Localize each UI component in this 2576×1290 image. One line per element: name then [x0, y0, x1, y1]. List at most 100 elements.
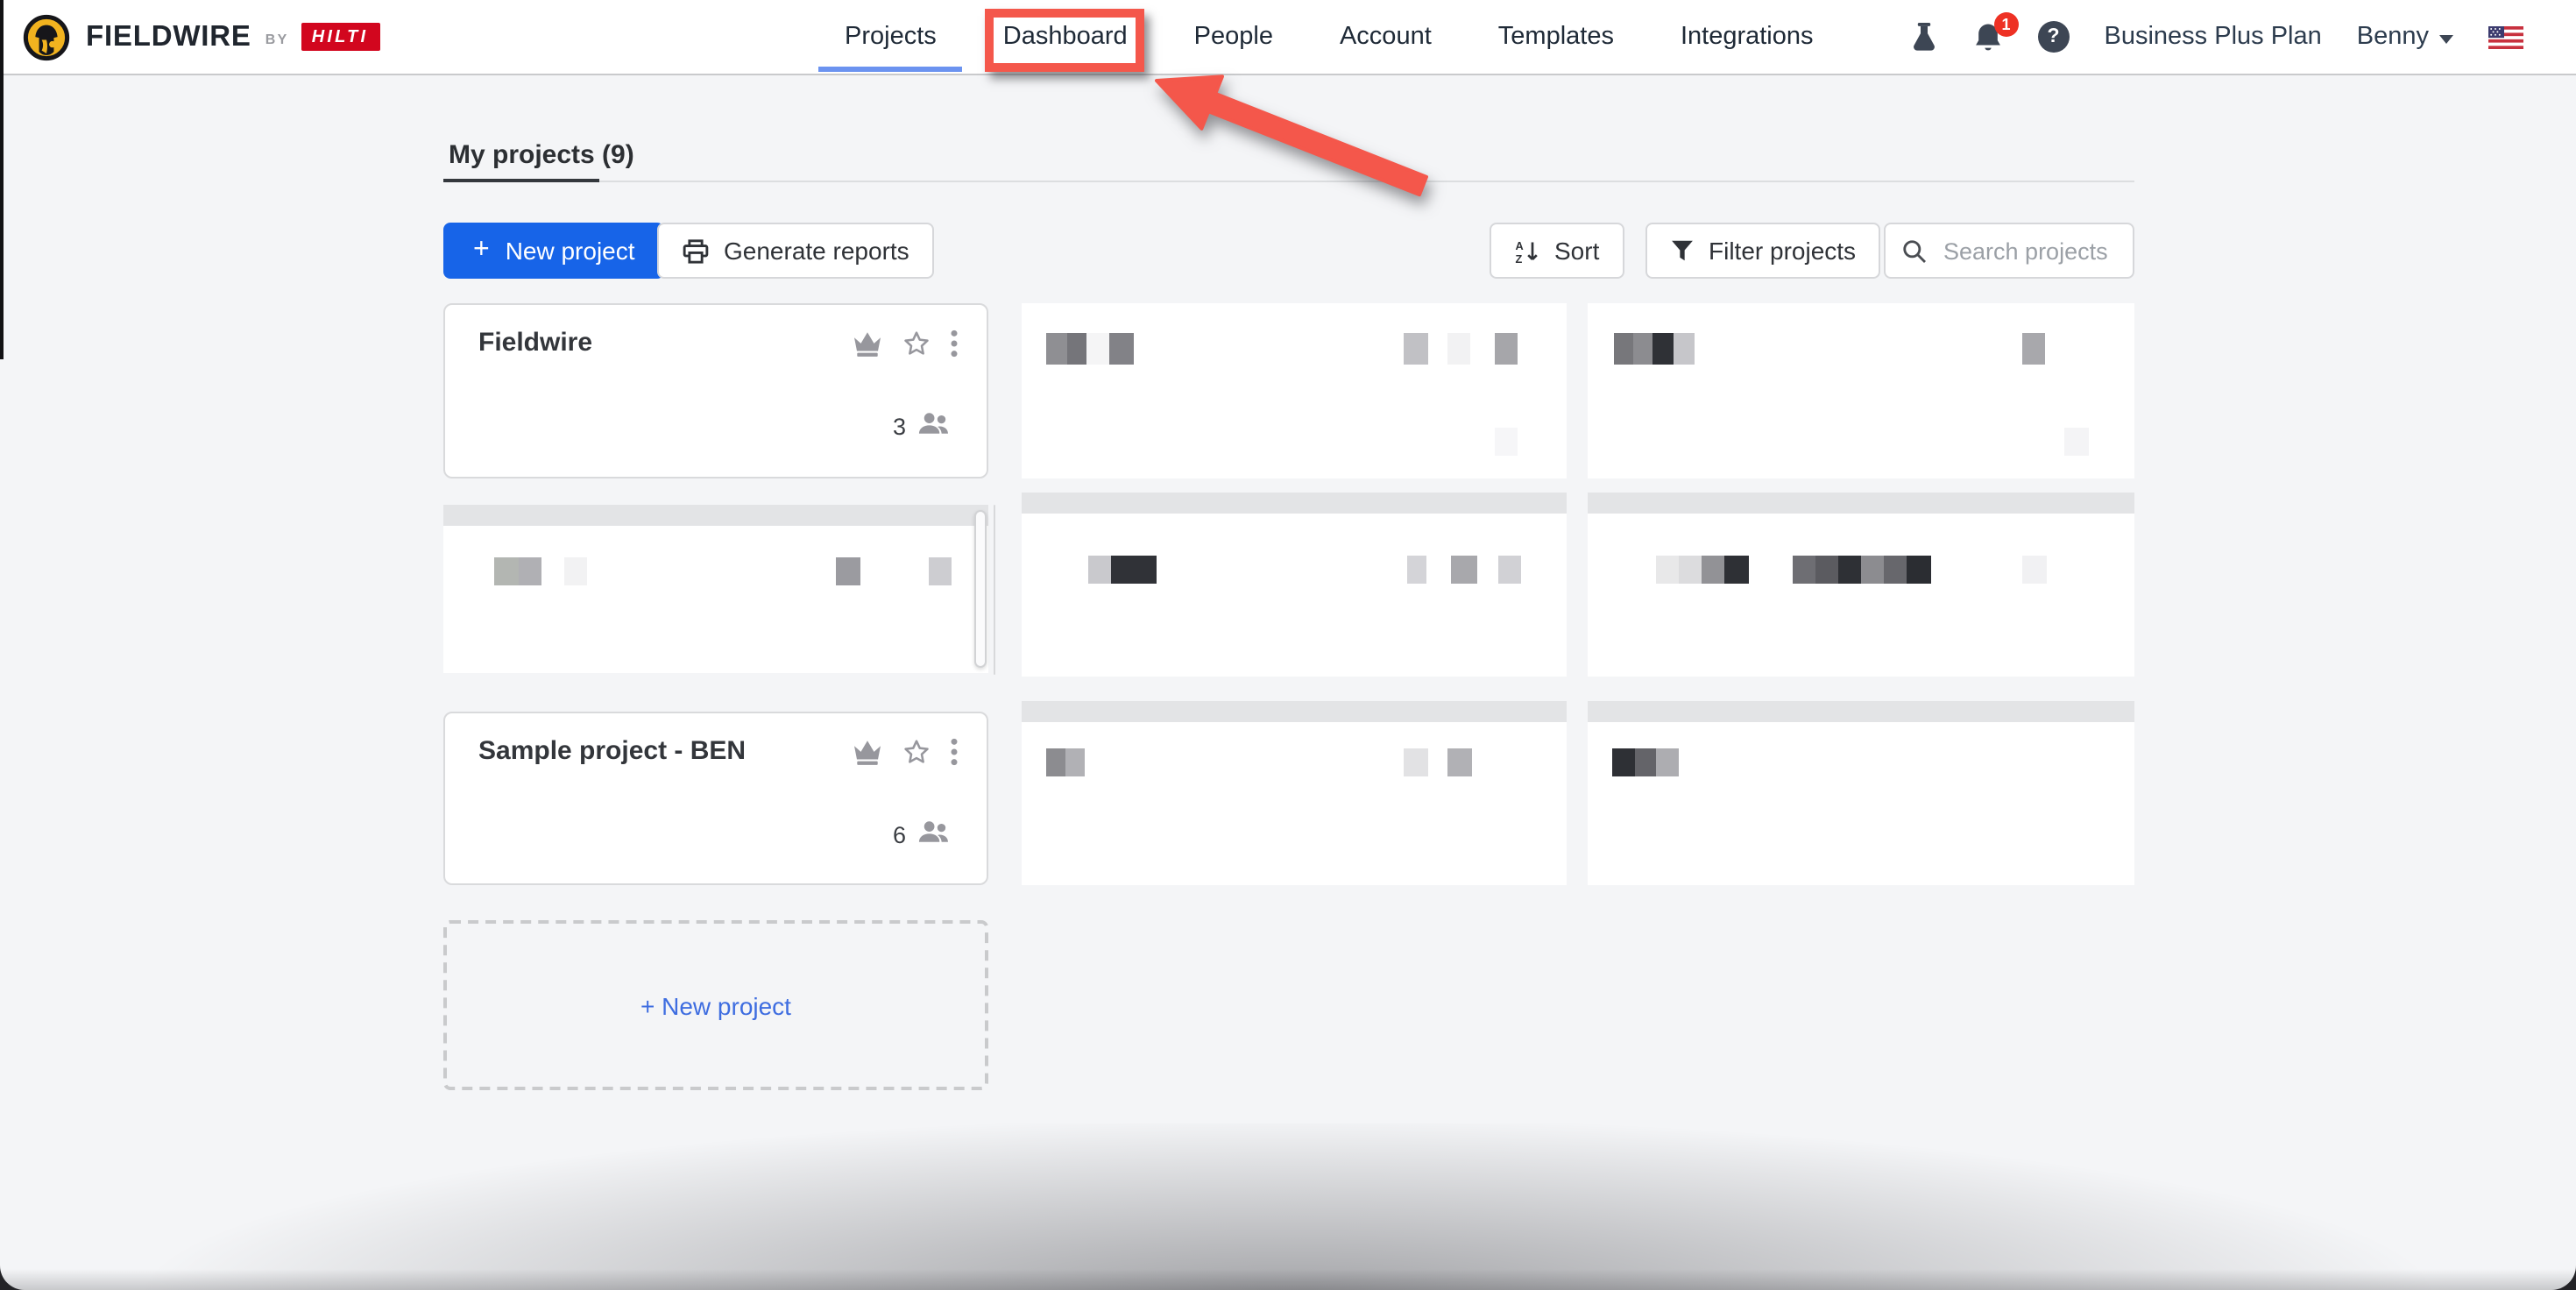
- project-card[interactable]: [1022, 701, 1567, 885]
- redacted-block: [1612, 748, 1635, 776]
- redacted-block: [1451, 556, 1477, 584]
- redacted-block: [1652, 333, 1674, 365]
- redacted-block: [1633, 333, 1652, 365]
- redacted-block: [494, 557, 519, 585]
- redacted-block: [929, 557, 952, 585]
- chevron-down-icon: [2439, 34, 2453, 43]
- redacted-block: [1407, 556, 1426, 584]
- member-count: 3: [893, 410, 950, 442]
- redacted-block: [1109, 333, 1134, 365]
- user-menu[interactable]: Benny: [2357, 23, 2453, 51]
- redacted-block: [1447, 748, 1472, 776]
- redacted-block: [1065, 748, 1085, 776]
- redacted-block: [1702, 556, 1724, 584]
- my-projects-tab-underline: [443, 178, 599, 182]
- redacted-block: [1793, 556, 1815, 584]
- new-project-card[interactable]: + New project: [443, 920, 988, 1090]
- redacted-block: [1111, 556, 1157, 584]
- redacted-block: [1635, 748, 1656, 776]
- redacted-block: [1447, 333, 1470, 365]
- redacted-block: [1067, 333, 1086, 365]
- redacted-block: [1838, 556, 1861, 584]
- notifications-bell-icon[interactable]: 1: [1973, 20, 2003, 53]
- star-icon[interactable]: [901, 328, 932, 368]
- redacted-block: [1046, 333, 1067, 365]
- redacted-block: [1046, 748, 1065, 776]
- crown-icon: [852, 330, 883, 366]
- redacted-block: [519, 557, 541, 585]
- project-card-actions: [852, 736, 959, 776]
- redacted-block: [1656, 556, 1679, 584]
- member-count-value: 6: [893, 821, 906, 847]
- navbar-right: 1 ? Business Plus Plan Benny: [1910, 0, 2524, 74]
- main-nav: Projects Dashboard People Account Templa…: [818, 0, 1840, 74]
- member-count: 6: [893, 819, 950, 850]
- redacted-block: [1495, 428, 1518, 456]
- redacted-block: [1724, 556, 1749, 584]
- card-header-bar: [1022, 701, 1567, 722]
- card-header-bar: [1588, 701, 2134, 722]
- hilti-logo: HILTI: [301, 24, 381, 51]
- project-card[interactable]: [1588, 701, 2134, 885]
- tab-people[interactable]: People: [1168, 0, 1299, 74]
- redacted-block: [1656, 748, 1679, 776]
- project-card[interactable]: [1022, 303, 1567, 478]
- redacted-block: [1404, 333, 1428, 365]
- redacted-block: [1498, 556, 1521, 584]
- language-flag-icon[interactable]: [2488, 25, 2523, 48]
- top-navbar: FIELDWIRE BY HILTI Projects Dashboard Pe…: [0, 0, 2576, 75]
- scrollbar-track: [993, 505, 995, 675]
- redacted-block: [564, 557, 587, 585]
- brand-by-label: BY: [265, 31, 289, 46]
- projects-grid: Fieldwire 3 Sample project - BEN 6 + New pro…: [0, 0, 2576, 1290]
- redacted-block: [1679, 556, 1702, 584]
- redacted-block: [2022, 333, 2045, 365]
- project-card[interactable]: Sample project - BEN 6: [443, 712, 988, 885]
- project-card[interactable]: Fieldwire 3: [443, 303, 988, 478]
- brand: FIELDWIRE BY HILTI: [23, 0, 380, 74]
- tab-dashboard[interactable]: Dashboard: [977, 0, 1154, 74]
- kebab-menu-icon[interactable]: [950, 328, 959, 368]
- brand-name: FIELDWIRE: [86, 20, 251, 53]
- redacted-block: [1907, 556, 1931, 584]
- project-title: Fieldwire: [478, 328, 592, 358]
- redacted-block: [2064, 428, 2089, 456]
- redacted-block: [1674, 333, 1695, 365]
- project-card[interactable]: [1022, 493, 1567, 677]
- member-count-value: 3: [893, 413, 906, 439]
- tab-integrations[interactable]: Integrations: [1654, 0, 1840, 74]
- project-card-actions: [852, 328, 959, 368]
- redacted-block: [1614, 333, 1633, 365]
- kebab-menu-icon[interactable]: [950, 736, 959, 776]
- card-header-bar: [1588, 493, 2134, 514]
- project-card[interactable]: [1588, 493, 2134, 677]
- redacted-block: [1495, 333, 1518, 365]
- card-header-bar: [443, 505, 988, 526]
- labs-flask-icon[interactable]: [1910, 21, 1938, 53]
- card-header-bar: [1022, 493, 1567, 514]
- tab-projects[interactable]: Projects: [818, 0, 963, 74]
- project-card[interactable]: [443, 505, 988, 673]
- people-icon: [916, 410, 950, 442]
- active-tab-underline: [818, 67, 963, 72]
- project-title: Sample project - BEN: [478, 736, 746, 766]
- notification-count-badge: 1: [1994, 11, 2019, 36]
- redacted-block: [1404, 748, 1428, 776]
- help-icon[interactable]: ?: [2038, 21, 2070, 53]
- redacted-block: [2022, 556, 2047, 584]
- screen-edge-sliver: [0, 0, 3, 359]
- project-card[interactable]: [1588, 303, 2134, 478]
- scrollbar-thumb[interactable]: [974, 510, 987, 668]
- plan-label: Business Plus Plan: [2105, 23, 2322, 51]
- star-icon[interactable]: [901, 736, 932, 776]
- redacted-block: [1088, 556, 1111, 584]
- tab-templates[interactable]: Templates: [1472, 0, 1640, 74]
- redacted-block: [1861, 556, 1884, 584]
- redacted-block: [1815, 556, 1838, 584]
- redacted-block: [836, 557, 860, 585]
- fieldwire-app: FIELDWIRE BY HILTI Projects Dashboard Pe…: [0, 0, 2576, 1290]
- user-name: Benny: [2357, 23, 2429, 51]
- crown-icon: [852, 738, 883, 775]
- tab-account[interactable]: Account: [1313, 0, 1458, 74]
- redacted-block: [1086, 333, 1109, 365]
